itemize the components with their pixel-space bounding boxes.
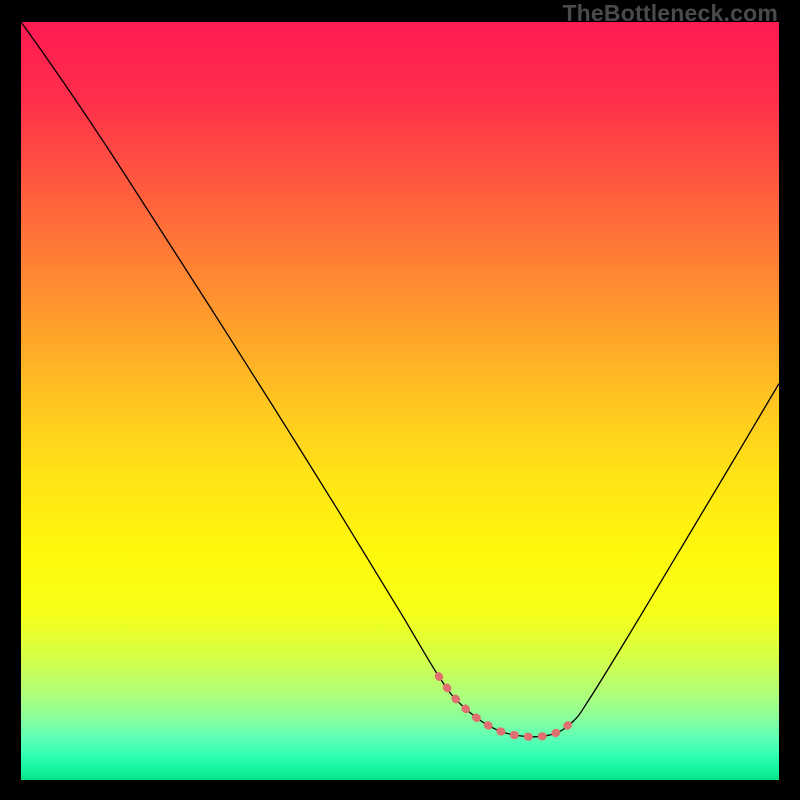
chart-frame: TheBottleneck.com — [0, 0, 800, 800]
watermark-text: TheBottleneck.com — [562, 0, 778, 27]
plot-area — [21, 22, 779, 780]
gradient-background — [21, 22, 779, 780]
chart-svg — [21, 22, 779, 780]
